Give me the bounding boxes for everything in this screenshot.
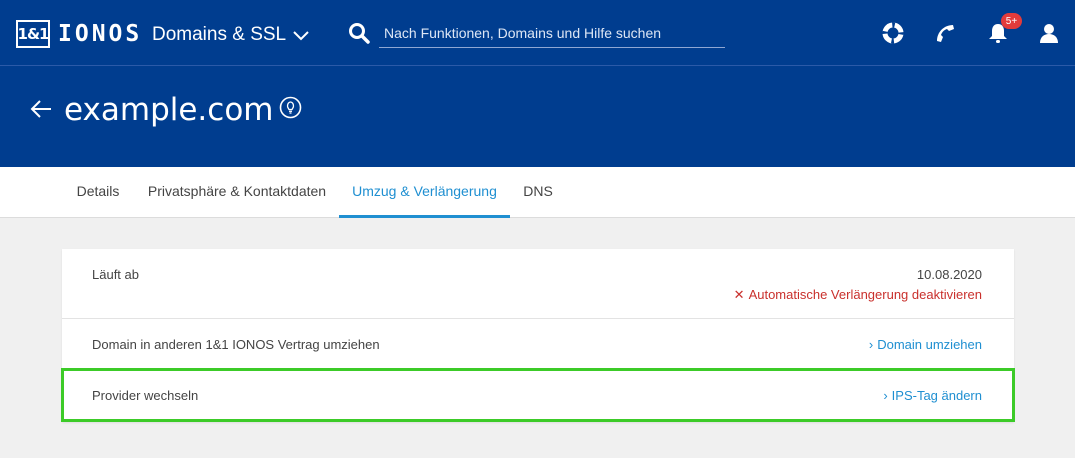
expiry-date: 10.08.2020 bbox=[916, 267, 982, 282]
domain-settings-card: Läuft ab 10.08.2020 ✕ Automatische Verlän… bbox=[62, 249, 1014, 422]
logo-text: IONOS bbox=[58, 21, 143, 47]
search-icon[interactable] bbox=[348, 22, 370, 44]
ips-tag-change-label: IPS-Tag ändern bbox=[891, 388, 982, 403]
domain-header: example.com bbox=[0, 66, 1075, 167]
provider-change-row: Provider wechseln › IPS-Tag ändern bbox=[62, 370, 1014, 422]
chevron-right-icon: › bbox=[868, 337, 874, 352]
tab-dns[interactable]: DNS bbox=[511, 167, 565, 218]
chevron-down-icon bbox=[292, 26, 310, 44]
close-icon: ✕ bbox=[733, 287, 745, 302]
disable-auto-renew-link[interactable]: ✕ Automatische Verlängerung deaktivieren bbox=[734, 287, 982, 303]
page-title: example.com bbox=[64, 92, 274, 128]
user-icon[interactable] bbox=[1035, 19, 1063, 47]
lifebuoy-icon[interactable] bbox=[879, 19, 907, 47]
product-switcher[interactable]: Domains & SSL bbox=[152, 22, 310, 48]
internal-transfer-row: Domain in anderen 1&1 IONOS Vertrag umzi… bbox=[62, 319, 1014, 370]
expiry-label: Läuft ab bbox=[92, 267, 139, 282]
internal-transfer-label: Domain in anderen 1&1 IONOS Vertrag umzi… bbox=[92, 337, 380, 352]
chevron-right-icon: › bbox=[883, 388, 888, 403]
tab-bar: Details Privatsphäre & Kontaktdaten Umzu… bbox=[0, 167, 1075, 218]
lightbulb-icon[interactable] bbox=[279, 96, 302, 119]
provider-change-label: Provider wechseln bbox=[92, 388, 199, 403]
tab-transfer-renewal[interactable]: Umzug & Verlängerung bbox=[339, 167, 510, 218]
ips-tag-change-link[interactable]: › IPS-Tag ändern bbox=[883, 388, 982, 403]
tab-details[interactable]: Details bbox=[63, 167, 133, 218]
disable-auto-renew-label: Automatische Verlängerung deaktivieren bbox=[748, 287, 982, 302]
tab-privacy-contact[interactable]: Privatsphäre & Kontaktdaten bbox=[135, 167, 339, 218]
phone-icon[interactable] bbox=[931, 19, 959, 47]
search-input[interactable] bbox=[379, 18, 725, 48]
logo-mark: 1&1 bbox=[16, 20, 50, 48]
top-navigation-bar: 1&1 IONOS Domains & SSL 5+ bbox=[0, 0, 1075, 66]
notification-badge: 5+ bbox=[1001, 13, 1022, 29]
product-switcher-label: Domains & SSL bbox=[152, 24, 287, 45]
back-arrow-icon[interactable] bbox=[30, 98, 52, 120]
ionos-logo[interactable]: 1&1 IONOS bbox=[16, 20, 142, 48]
expiry-row: Läuft ab 10.08.2020 ✕ Automatische Verlän… bbox=[62, 249, 1014, 319]
domain-transfer-link[interactable]: › Domain umziehen bbox=[869, 337, 982, 352]
search-bar bbox=[348, 16, 725, 50]
domain-transfer-label: Domain umziehen bbox=[877, 337, 982, 352]
